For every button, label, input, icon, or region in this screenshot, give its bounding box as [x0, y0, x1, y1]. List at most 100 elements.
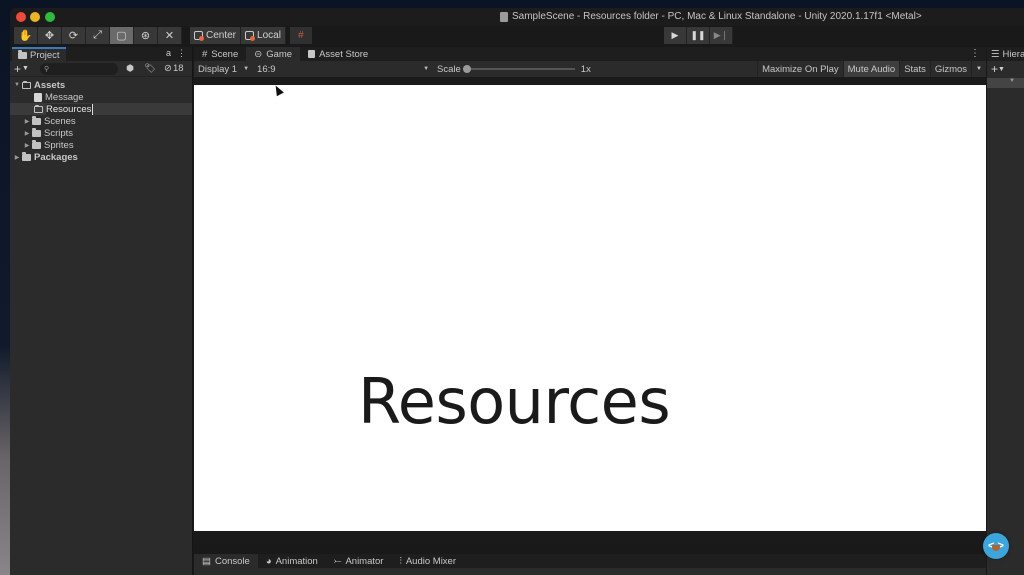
aspect-dropdown[interactable]: 16:9 ▼	[253, 61, 433, 77]
tab-console[interactable]: ▤ Console	[194, 554, 258, 568]
text-file-icon	[34, 92, 42, 102]
lock-icon[interactable]: a	[166, 48, 171, 59]
stats-label: Stats	[904, 63, 926, 75]
pivot-local-button[interactable]: Local	[241, 27, 286, 44]
tab-animator[interactable]: ⤚ Animator	[326, 554, 392, 568]
expanded-arrow-icon[interactable]: ▼	[12, 82, 22, 88]
eye-slash-icon: ⊘	[164, 63, 172, 74]
tab-game[interactable]: ⊝ Game	[246, 47, 301, 61]
minimize-window-button[interactable]	[30, 12, 40, 22]
scale-tool-button[interactable]: ⤢	[86, 27, 110, 44]
collapsed-arrow-icon[interactable]: ▶	[22, 130, 32, 137]
pause-button[interactable]: ❚❚	[687, 27, 710, 44]
hidden-count: 18	[172, 63, 184, 74]
tree-item-label: Assets	[34, 79, 66, 91]
search-by-label-icon[interactable]: 🏷	[142, 63, 158, 74]
panel-menu-icon[interactable]: ⋮	[970, 48, 980, 59]
audio-mixer-icon: ⫶	[399, 555, 402, 567]
floating-assistant-button[interactable]: < >	[983, 533, 1009, 559]
collapsed-arrow-icon[interactable]: ▶	[12, 154, 22, 161]
mute-audio-toggle[interactable]: Mute Audio	[842, 61, 900, 77]
gizmos-dropdown[interactable]: ▼	[971, 61, 986, 77]
hierarchy-scene-row[interactable]: ▼	[987, 78, 1024, 88]
tree-item-resources[interactable]: Resources	[10, 103, 192, 115]
project-tree: ▼ Assets Message Resources ▶ Scenes ▶ Sc…	[10, 77, 192, 163]
scene-game-tabbar: # Scene ⊝ Game Asset Store ⋮	[194, 47, 986, 61]
rename-input[interactable]: Resources	[46, 103, 94, 115]
mouse-cursor-icon	[272, 83, 284, 97]
tree-item-message[interactable]: Message	[10, 91, 192, 103]
rect-tool-button[interactable]: ▢	[110, 27, 134, 44]
tab-animator-label: Animator	[345, 555, 384, 567]
tab-asset-store-label: Asset Store	[319, 48, 369, 60]
stats-toggle[interactable]: Stats	[899, 61, 930, 77]
unity-editor-window: SampleScene - Resources folder - PC, Mac…	[10, 8, 1024, 575]
scale-slider[interactable]	[462, 65, 575, 73]
tree-item-scripts[interactable]: ▶ Scripts	[10, 127, 192, 139]
tab-audio-mixer[interactable]: ⫶ Audio Mixer	[391, 554, 464, 568]
window-title-text: SampleScene - Resources folder - PC, Mac…	[512, 11, 922, 22]
tree-item-scenes[interactable]: ▶ Scenes	[10, 115, 192, 127]
hidden-packages-toggle[interactable]: ⊘ 18	[164, 63, 184, 74]
scale-value: 1x	[580, 63, 591, 75]
step-button[interactable]: ▶❘	[710, 27, 733, 44]
tree-item-label: Scenes	[44, 115, 76, 127]
hierarchy-list-icon: ☰	[991, 48, 1000, 60]
dropdown-arrow-icon: ▼	[22, 65, 29, 72]
tab-audio-mixer-label: Audio Mixer	[405, 555, 457, 567]
project-search-input[interactable]: ⚲	[40, 62, 118, 75]
grid-snap-button[interactable]: #	[289, 27, 312, 44]
pivot-icon	[194, 31, 204, 41]
custom-tool-button[interactable]: ✕	[158, 27, 182, 44]
document-icon	[500, 11, 508, 22]
tab-asset-store[interactable]: Asset Store	[300, 47, 376, 61]
tab-hierarchy[interactable]: ☰ Hierarchy	[987, 47, 1024, 61]
play-button[interactable]: ▶	[664, 27, 687, 44]
console-tabbar: ▤ Console ◕ Animation ⤚ Animator ⫶ Audio…	[194, 554, 986, 568]
move-tool-button[interactable]: ✥	[38, 27, 62, 44]
pivot-controls: Center Local #	[190, 27, 312, 44]
tree-item-label: Sprites	[44, 139, 74, 151]
rotation-label: Local	[257, 30, 281, 41]
create-asset-button[interactable]: + ▼	[14, 62, 36, 76]
project-toolbar: + ▼ ⚲ ⬢ 🏷 ⊘ 18	[10, 61, 192, 77]
maximize-on-play-toggle[interactable]: Maximize On Play	[757, 61, 843, 77]
close-window-button[interactable]	[16, 12, 26, 22]
transform-tool-button[interactable]: ⊛	[134, 27, 158, 44]
tab-scene[interactable]: # Scene	[194, 47, 246, 61]
local-cube-icon	[245, 31, 256, 41]
pivot-label: Center	[206, 30, 237, 41]
tab-animation[interactable]: ◕ Animation	[258, 554, 326, 568]
rotate-tool-button[interactable]: ⟳	[62, 27, 86, 44]
search-by-type-icon[interactable]: ⬢	[122, 63, 138, 74]
project-tab-tools: a ⋮	[166, 48, 186, 59]
game-toggles: Maximize On Play Mute Audio Stats Gizmos…	[757, 61, 986, 77]
panel-menu-icon[interactable]: ⋮	[177, 48, 186, 59]
collapsed-arrow-icon[interactable]: ▶	[22, 142, 32, 149]
maximize-window-button[interactable]	[45, 12, 55, 22]
folder-icon	[32, 139, 41, 149]
console-toolbar	[194, 568, 986, 575]
hierarchy-create-button[interactable]: + ▼	[987, 61, 1024, 77]
display-dropdown[interactable]: Display 1 ▼	[194, 61, 253, 77]
game-canvas[interactable]: Resources	[194, 83, 986, 531]
display-label: Display 1	[198, 63, 238, 75]
pause-icon: ❚❚	[690, 30, 706, 40]
aspect-label: 16:9	[257, 63, 276, 75]
tab-hierarchy-label: Hierarchy	[1002, 48, 1024, 60]
collapsed-arrow-icon[interactable]: ▶	[22, 118, 32, 125]
rotate-icon: ⟳	[68, 30, 79, 42]
grid-snap-icon: #	[298, 30, 304, 41]
gizmos-toggle[interactable]: Gizmos	[929, 61, 971, 77]
scale-slider-handle[interactable]	[462, 65, 471, 73]
game-view: Resources	[194, 77, 986, 545]
tree-item-packages[interactable]: ▶ Packages	[10, 151, 192, 163]
transform-tools: ✋ ✥ ⟳ ⤢ ▢ ⊛ ✕	[14, 27, 182, 44]
tree-item-sprites[interactable]: ▶ Sprites	[10, 139, 192, 151]
hand-tool-button[interactable]: ✋	[14, 27, 38, 44]
tab-console-label: Console	[214, 555, 250, 567]
tree-item-assets[interactable]: ▼ Assets	[10, 79, 192, 91]
main-toolbar: ✋ ✥ ⟳ ⤢ ▢ ⊛ ✕ Center Local # ▶ ❚❚ ▶❘	[10, 26, 1024, 46]
tab-project[interactable]: Project	[12, 47, 66, 61]
pivot-center-button[interactable]: Center	[190, 27, 242, 44]
